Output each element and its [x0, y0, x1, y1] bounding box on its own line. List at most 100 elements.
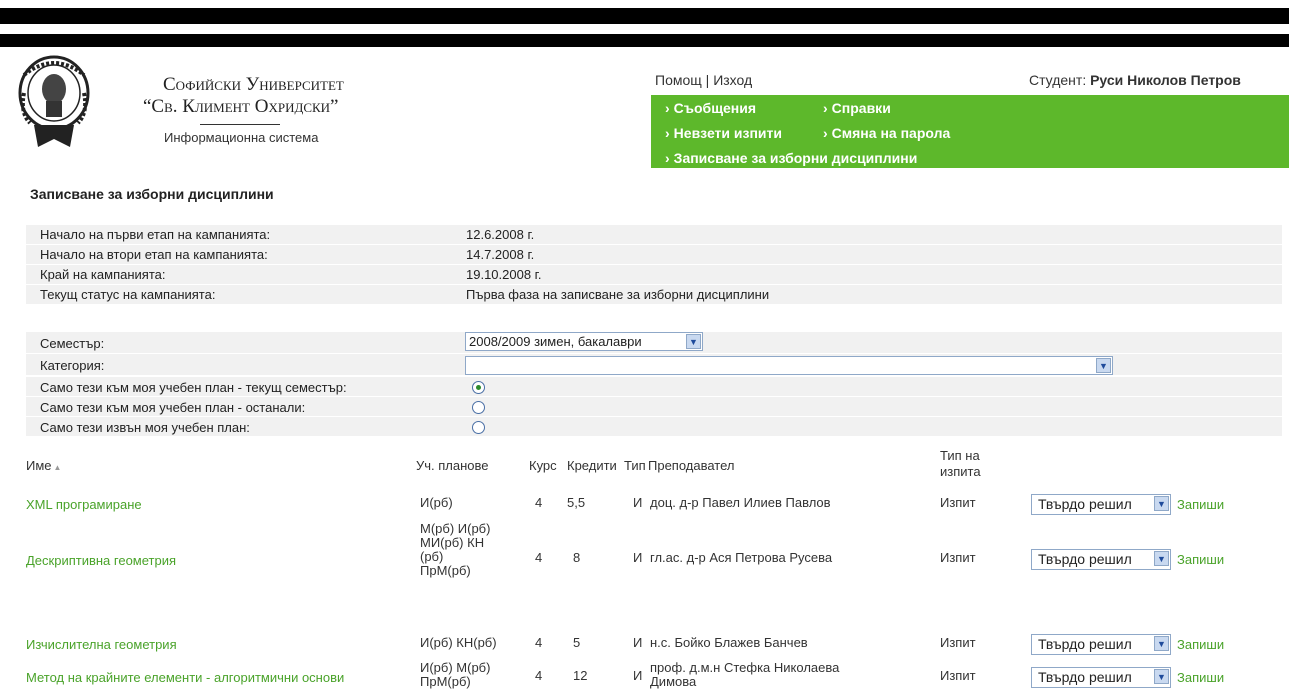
course-plans: (рб): [420, 549, 444, 564]
decision-select-value: Твърдо решил: [1038, 551, 1132, 567]
campaign-value: 19.10.2008 г.: [466, 267, 542, 282]
course-exam-type: Изпит: [940, 495, 976, 510]
col-header-type: Тип: [624, 458, 646, 473]
col-header-name-label: Име: [26, 458, 52, 473]
nav-elective-enrollment[interactable]: › Записване за изборни дисциплини: [665, 150, 917, 166]
semester-label: Семестър:: [40, 336, 105, 351]
course-type: И: [633, 495, 643, 510]
course-year: 4: [535, 635, 543, 650]
campaign-value: Първа фаза на записване за изборни дисци…: [466, 287, 770, 302]
decision-select[interactable]: Твърдо решил ▼: [1031, 549, 1171, 570]
student-name: Руси Николов Петров: [1090, 72, 1241, 88]
nav-reports[interactable]: › Справки: [823, 100, 891, 116]
course-lecturer: гл.ас. д-р Ася Петрова Русева: [650, 550, 833, 565]
course-credits: 12: [573, 668, 588, 683]
chevron-right-icon: ›: [665, 100, 670, 116]
decision-select-value: Твърдо решил: [1038, 496, 1132, 512]
top-bar-lower: [0, 34, 1289, 47]
option-current-row: Само тези към моя учебен план - текущ се…: [26, 377, 1282, 397]
category-select[interactable]: ▼: [465, 356, 1113, 375]
course-type: И: [633, 550, 643, 565]
course-name-link[interactable]: Метод на крайните елементи - алгоритмичн…: [26, 670, 344, 685]
course-name-link[interactable]: Изчислителна геометрия: [26, 637, 177, 652]
option-current-label: Само тези към моя учебен план - текущ се…: [40, 380, 347, 395]
chevron-right-icon: ›: [823, 125, 828, 141]
course-credits: 5: [573, 635, 581, 650]
chevron-down-icon[interactable]: ▼: [1154, 551, 1169, 566]
campaign-row: Начало на втори етап на кампанията: 14.7…: [26, 245, 1282, 265]
campaign-row: Край на кампанията: 19.10.2008 г.: [26, 265, 1282, 285]
course-plans: ПрМ(рб): [420, 674, 471, 689]
chevron-right-icon: ›: [665, 150, 670, 166]
option-current-radio[interactable]: [472, 381, 485, 394]
course-type: И: [633, 635, 643, 650]
option-remaining-radio[interactable]: [472, 401, 485, 414]
option-outside-row: Само тези извън моя учебен план:: [26, 417, 1282, 437]
course-plans: МИ(рб) КН: [420, 535, 485, 550]
course-exam-type: Изпит: [940, 668, 976, 683]
enroll-link[interactable]: Запиши: [1177, 637, 1224, 652]
col-header-exam-type-2: изпита: [940, 464, 981, 479]
option-remaining-row: Само тези към моя учебен план - останали…: [26, 397, 1282, 417]
enroll-link[interactable]: Запиши: [1177, 670, 1224, 685]
campaign-label: Начало на първи етап на кампанията:: [40, 227, 271, 242]
col-header-lecturer: Преподавател: [648, 458, 735, 473]
campaign-value: 12.6.2008 г.: [466, 227, 535, 242]
col-header-name[interactable]: Име ▲: [26, 458, 61, 473]
chevron-down-icon[interactable]: ▼: [1154, 496, 1169, 511]
chevron-down-icon[interactable]: ▼: [1154, 669, 1169, 684]
course-year: 4: [535, 495, 543, 510]
campaign-value: 14.7.2008 г.: [466, 247, 535, 262]
nav-change-password[interactable]: › Смяна на парола: [823, 125, 950, 141]
course-year: 4: [535, 550, 543, 565]
nav-unpassed-exams[interactable]: › Невзети изпити: [665, 125, 782, 141]
course-plans: И(рб): [420, 495, 453, 510]
decision-select[interactable]: Твърдо решил ▼: [1031, 494, 1171, 515]
col-header-credits: Кредити: [567, 458, 617, 473]
option-remaining-label: Само тези към моя учебен план - останали…: [40, 400, 306, 415]
course-credits: 8: [573, 550, 581, 565]
decision-select[interactable]: Твърдо решил ▼: [1031, 667, 1171, 688]
course-exam-type: Изпит: [940, 550, 976, 565]
university-name-line2: “Св. Климент Охридски”: [143, 96, 339, 117]
nav-reports-label: Справки: [831, 100, 891, 116]
course-credits: 5,5: [567, 495, 586, 510]
enroll-link[interactable]: Запиши: [1177, 497, 1224, 512]
system-subtitle: Информационна система: [164, 130, 319, 145]
chevron-down-icon[interactable]: ▼: [1096, 358, 1111, 373]
course-plans: И(рб) М(рб): [420, 660, 491, 675]
campaign-row: Начало на първи етап на кампанията: 12.6…: [26, 225, 1282, 245]
top-bar-upper: [0, 8, 1289, 24]
decision-select-value: Твърдо решил: [1038, 636, 1132, 652]
course-lecturer: Димова: [650, 674, 697, 689]
course-year: 4: [535, 668, 543, 683]
logo-divider: [200, 124, 280, 125]
option-outside-label: Само тези извън моя учебен план:: [40, 420, 250, 435]
radio-selected-dot: [476, 385, 481, 390]
help-exit-links[interactable]: Помощ | Изход: [655, 72, 752, 88]
main-navigation: › Съобщения › Справки › Невзети изпити › Смя…: [651, 95, 1289, 168]
decision-select[interactable]: Твърдо решил ▼: [1031, 634, 1171, 655]
course-plans: М(рб) И(рб): [420, 521, 491, 536]
col-header-course: Курс: [529, 458, 557, 473]
campaign-label: Начало на втори етап на кампанията:: [40, 247, 268, 262]
nav-messages[interactable]: › Съобщения: [665, 100, 756, 116]
course-name-link[interactable]: Дескриптивна геометрия: [26, 553, 176, 568]
option-outside-radio[interactable]: [472, 421, 485, 434]
decision-select-value: Твърдо решил: [1038, 669, 1132, 685]
semester-select[interactable]: 2008/2009 зимен, бакалаври ▼: [465, 332, 703, 351]
semester-select-value: 2008/2009 зимен, бакалаври: [469, 334, 642, 349]
chevron-right-icon: ›: [665, 125, 670, 141]
course-lecturer: проф. д.м.н Стефка Николаева: [650, 660, 840, 675]
university-seal-logo: [16, 53, 92, 151]
student-label: Студент:: [1029, 72, 1087, 88]
campaign-label: Текущ статус на кампанията:: [40, 287, 216, 302]
chevron-down-icon[interactable]: ▼: [686, 334, 701, 349]
sort-ascending-icon: ▲: [53, 463, 62, 472]
course-name-link[interactable]: XML програмиране: [26, 497, 142, 512]
student-info: Студент: Руси Николов Петров: [1029, 72, 1241, 88]
chevron-down-icon[interactable]: ▼: [1154, 636, 1169, 651]
page-title: Записване за изборни дисциплини: [30, 186, 274, 202]
category-label: Категория:: [40, 358, 105, 373]
enroll-link[interactable]: Запиши: [1177, 552, 1224, 567]
